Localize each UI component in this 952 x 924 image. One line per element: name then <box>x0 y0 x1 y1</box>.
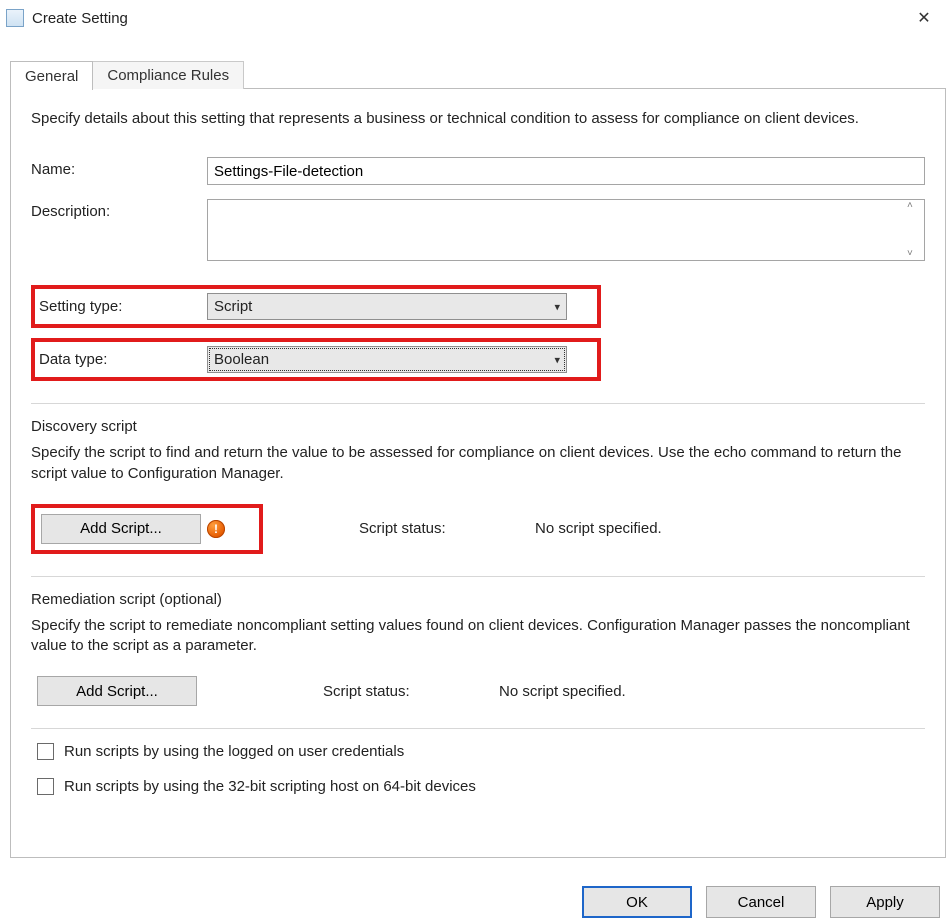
chevron-down-icon: ▾ <box>554 353 560 366</box>
discovery-status-value: No script specified. <box>535 520 662 537</box>
tab-general[interactable]: General <box>10 61 93 90</box>
label-description: Description: <box>31 199 207 220</box>
remediation-status-value: No script specified. <box>499 683 626 700</box>
remediation-title: Remediation script (optional) <box>31 591 925 608</box>
title-bar: Create Setting ✕ <box>0 0 952 36</box>
row-setting-type: Setting type: Script ▾ <box>31 285 601 328</box>
row-run-32bit: Run scripts by using the 32-bit scriptin… <box>37 778 925 795</box>
tab-panel-general: Specify details about this setting that … <box>10 88 946 858</box>
row-description: Description: ˄ ˅ <box>31 199 925 265</box>
row-run-as-user: Run scripts by using the logged on user … <box>37 743 925 760</box>
data-type-value: Boolean <box>214 351 269 368</box>
remediation-desc: Specify the script to remediate noncompl… <box>31 616 925 657</box>
checkbox-run-as-user[interactable] <box>37 743 54 760</box>
discovery-script-row: Add Script... Script status: No script s… <box>31 504 925 554</box>
discovery-status-label: Script status: <box>359 520 529 537</box>
apply-button[interactable]: Apply <box>830 886 940 918</box>
cancel-button[interactable]: Cancel <box>706 886 816 918</box>
window-title: Create Setting <box>32 10 904 27</box>
data-type-select[interactable]: Boolean ▾ <box>207 346 567 373</box>
divider <box>31 403 925 404</box>
label-run-as-user: Run scripts by using the logged on user … <box>64 743 404 760</box>
close-button[interactable]: ✕ <box>904 4 944 32</box>
dialog-footer: OK Cancel Apply <box>582 886 940 918</box>
row-name: Name: <box>31 157 925 185</box>
label-data-type: Data type: <box>39 351 207 368</box>
highlight-add-script: Add Script... <box>31 504 263 554</box>
row-data-type: Data type: Boolean ▾ <box>31 338 601 381</box>
intro-text: Specify details about this setting that … <box>31 109 925 129</box>
label-run-32bit: Run scripts by using the 32-bit scriptin… <box>64 778 476 795</box>
divider <box>31 576 925 577</box>
ok-button[interactable]: OK <box>582 886 692 918</box>
checkbox-run-32bit[interactable] <box>37 778 54 795</box>
discovery-desc: Specify the script to find and return th… <box>31 443 925 484</box>
description-input[interactable] <box>207 199 925 261</box>
dialog-body: General Compliance Rules Specify details… <box>0 36 952 858</box>
setting-type-select[interactable]: Script ▾ <box>207 293 567 320</box>
label-name: Name: <box>31 157 207 178</box>
add-discovery-script-button[interactable]: Add Script... <box>41 514 201 544</box>
remediation-script-row: Add Script... Script status: No script s… <box>31 676 925 706</box>
warning-icon <box>207 520 225 538</box>
app-icon <box>6 9 24 27</box>
discovery-title: Discovery script <box>31 418 925 435</box>
chevron-down-icon: ▾ <box>554 300 560 313</box>
setting-type-value: Script <box>214 298 252 315</box>
close-icon: ✕ <box>917 8 930 28</box>
add-remediation-script-button[interactable]: Add Script... <box>37 676 197 706</box>
tab-strip: General Compliance Rules <box>10 58 946 88</box>
tab-compliance-rules[interactable]: Compliance Rules <box>92 61 244 89</box>
label-setting-type: Setting type: <box>39 298 207 315</box>
name-input[interactable] <box>207 157 925 185</box>
divider <box>31 728 925 729</box>
remediation-status-label: Script status: <box>323 683 493 700</box>
